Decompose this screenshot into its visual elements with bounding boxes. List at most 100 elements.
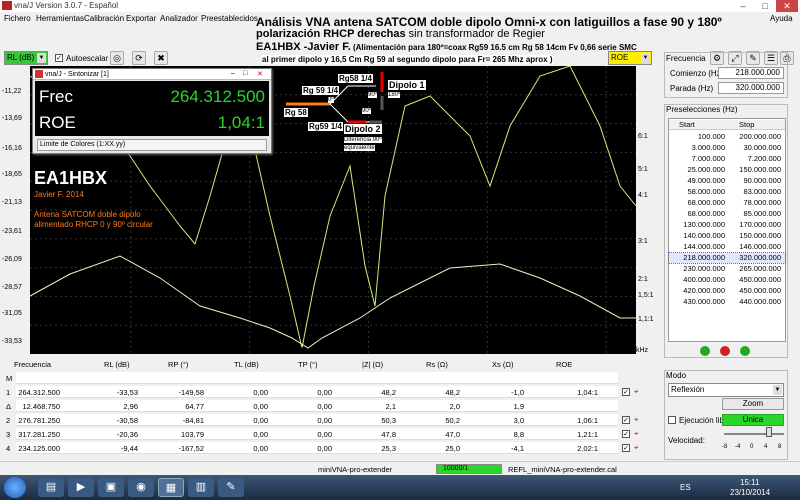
menu-analizador[interactable]: Analizador [160,14,198,23]
marker-row[interactable]: 276.781.250 -30,58 -84,81 0,00 0,00 50,3 50,2 3… [16,414,618,426]
preset-start: 100.000 [697,132,725,141]
marker-row[interactable]: 234.125.000 -9,44 -167,52 0,00 0,00 25,3 25,0 -… [16,442,618,454]
preset-stop: 85.000.000 [743,209,781,218]
browser-icon[interactable]: ◉ [128,478,154,497]
preset-row[interactable]: 25.000.000 150.000.000 [669,165,785,175]
scope-icon[interactable]: ◎ [110,51,124,65]
scale-left-select[interactable]: RL (dB) ▼ [4,51,48,65]
language-indicator[interactable]: ES [680,483,691,492]
free-run-checkbox[interactable] [668,416,676,424]
menu-exportar[interactable]: Exportar [126,14,156,23]
marker-cell: 47,0 [445,430,460,439]
preset-row[interactable]: 140.000.000 150.000.000 [669,231,785,241]
x-axis: 220.000 240.000 260.000 280.000 300.000 … [30,347,660,357]
speed-slider-thumb[interactable] [766,427,772,437]
zoom-button[interactable]: Zoom [722,398,784,410]
preset-row[interactable]: 130.000.000 170.000.000 [669,220,785,230]
start-input[interactable]: 218.000.000 [718,67,784,79]
menu-ayuda[interactable]: Ayuda [770,14,793,23]
marker-cell: -149,58 [178,388,204,397]
preset-row[interactable]: 430.000.000 440.000.000 [669,297,785,307]
marker-cell: -4,1 [511,444,524,453]
remove-preset-icon[interactable] [720,346,730,356]
vnaj-app-window: vna/J Version 3.0.7 - Español – □ ✕ Fich… [0,0,800,500]
marker-table: Frecuencia RL (dB) RP (°) TL (dB) TP (°)… [0,358,662,458]
marker-cell: 276.781.250 [18,416,60,425]
folder-icon[interactable]: ▣ [98,478,124,497]
vnaj-taskbar-icon[interactable]: ▦ [158,478,184,497]
device-status: miniVNA-pro-extender [318,465,393,474]
marker-visible-checkbox[interactable]: ✓ [622,444,630,452]
refresh-icon[interactable]: ⟳ [132,51,146,65]
marker-row[interactable]: 317.281.250 -20,36 103,79 0,00 0,00 47,8 47,0 8… [16,428,618,440]
preset-row[interactable]: 58.000.000 83.000.000 [669,187,785,197]
preset-start: 130.000.000 [683,220,725,229]
tune-app-icon [35,70,43,78]
stop-input[interactable]: 320.000.000 [718,82,784,94]
preset-row[interactable]: 400.000.000 450.000.000 [669,275,785,285]
author-label: Javier F. 2014 [34,190,84,199]
preset-stop: 7.200.000 [747,154,781,163]
marker-target-icon[interactable]: ⌖ [634,443,639,453]
single-button[interactable]: Única [722,414,784,426]
marker-target-icon[interactable]: ⌖ [634,387,639,397]
marker-row[interactable] [16,372,618,384]
minimize-icon[interactable]: – [732,0,754,12]
tune-window[interactable]: vna/J - Sintonizar [1] – □ ✕ Frec 264.31… [32,68,272,154]
marker-cell: 3,0 [513,416,524,425]
preset-stop: 30.000.000 [743,143,781,152]
marker-target-icon[interactable]: ⌖ [634,429,639,439]
preset-row[interactable]: 68.000.000 78.000.000 [669,198,785,208]
stop-label: Parada (Hz) [670,84,714,93]
taskbar: ▤ ▶ ▣ ◉ ▦ ▥ ✎ ES 15:11 23/10/2014 [0,475,800,500]
tune-minimize-icon[interactable]: – [231,70,235,77]
marker-target-icon[interactable]: ⌖ [634,415,639,425]
progress-bar: 10000/1 [436,464,502,474]
paint-icon[interactable]: ✎ [218,478,244,497]
preset-row[interactable]: 68.000.000 85.000.000 [669,209,785,219]
marker-visible-checkbox[interactable]: ✓ [622,430,630,438]
explorer-icon[interactable]: ▤ [38,478,64,497]
start-label: Comienzo (Hz) [670,69,724,78]
marker-row[interactable]: 264.312.500 -33,53 -149,58 0,00 0,00 48,2 48,2… [16,386,618,398]
preset-stop: 320.000.000 [739,253,781,262]
preset-start: 430.000.000 [683,297,725,306]
marker-cell: 0,00 [317,402,332,411]
y-tick: 6:1 [638,133,648,140]
menu-preestablecidos[interactable]: Preestablecidos [201,14,258,23]
presets-table[interactable]: Start Stop 100.000 200.000.000 3.000.000 30… [668,118,786,342]
marker-cell: 50,3 [381,416,396,425]
menu-herramientas[interactable]: Herramientas [36,14,84,23]
autoscale-checkbox[interactable]: ✓ [55,54,63,62]
label-90deg-a: 90º [368,92,377,98]
marker-visible-checkbox[interactable]: ✓ [622,416,630,424]
preset-row[interactable]: 218.000.000 320.000.000 [668,252,786,264]
preset-row[interactable]: 144.000.000 146.000.000 [669,242,785,252]
start-button[interactable] [4,477,26,498]
preset-row[interactable]: 420.000.000 450.000.000 [669,286,785,296]
add-preset-icon[interactable] [700,346,710,356]
tune-maximize-icon[interactable]: □ [243,70,247,77]
app-taskbar-icon[interactable]: ▥ [188,478,214,497]
menu-fichero[interactable]: Fichero [4,14,31,23]
maximize-icon[interactable]: □ [754,0,776,12]
preset-row[interactable]: 7.000.000 7.200.000 [669,154,785,164]
mode-select[interactable]: Reflexión ▼ [668,383,784,397]
load-preset-icon[interactable] [740,346,750,356]
scale-right-select[interactable]: ROE ▼ [608,51,652,65]
close-icon[interactable]: ✕ [776,0,798,12]
marker-row[interactable]: 12.468.750 2,96 64,77 0,00 0,00 2,1 2,0 1,9 [16,400,618,412]
marker-visible-checkbox[interactable]: ✓ [622,388,630,396]
tune-close-icon[interactable]: ✕ [257,70,263,78]
preset-row[interactable]: 230.000.000 265.000.000 [669,264,785,274]
marker-cell: 0,00 [253,444,268,453]
menu-calibracion[interactable]: Calibración [84,14,124,23]
media-player-icon[interactable]: ▶ [68,478,94,497]
preset-row[interactable]: 49.000.000 90.000.000 [669,176,785,186]
preset-row[interactable]: 100.000 200.000.000 [669,132,785,142]
delete-icon[interactable]: ✖ [154,51,168,65]
preset-row[interactable]: 3.000.000 30.000.000 [669,143,785,153]
color-limit-field[interactable]: Limite de Colores (1:XX.yy) [37,139,267,151]
marker-cell: -9,44 [120,444,138,453]
overlay-line1: Análisis VNA antena SATCOM doble dipolo … [256,15,722,29]
